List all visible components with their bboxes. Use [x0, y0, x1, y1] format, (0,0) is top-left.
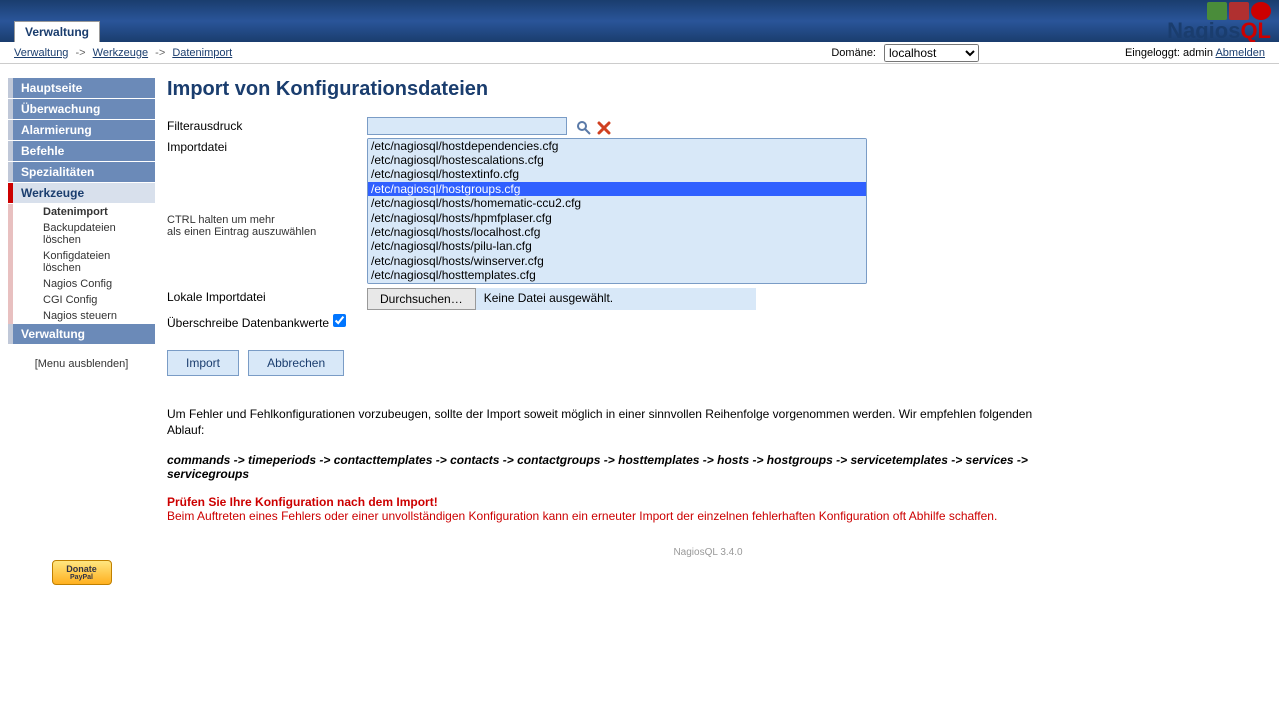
no-file-text: Keine Datei ausgewählt. — [476, 288, 756, 310]
ctrl-hint: CTRL halten um mehr als einen Eintrag au… — [167, 214, 367, 238]
sidebar-sub-konfig-loeschen[interactable]: Konfigdateien löschen — [8, 248, 155, 276]
sub-header: Verwaltung -> Werkzeuge -> Datenimport D… — [0, 42, 1279, 64]
logout-link[interactable]: Abmelden — [1215, 47, 1265, 59]
file-option[interactable]: /etc/nagiosql/servicedependencies.cfg — [368, 283, 866, 284]
sidebar-item-ueberwachung[interactable]: Überwachung — [8, 99, 155, 119]
sidebar-sub-datenimport[interactable]: Datenimport — [8, 204, 155, 220]
localfile-label: Lokale Importdatei — [167, 288, 367, 304]
sidebar-sub-backup-loeschen[interactable]: Backupdateien löschen — [8, 220, 155, 248]
overwrite-label: Überschreibe Datenbankwerte — [167, 314, 329, 330]
sidebar-sub-cgi-config[interactable]: CGI Config — [8, 292, 155, 308]
sidebar-item-werkzeuge[interactable]: Werkzeuge — [8, 183, 155, 203]
importfile-label: Importdatei — [167, 138, 367, 154]
importfile-list[interactable]: /etc/nagiosql/hostdependencies.cfg/etc/n… — [367, 138, 867, 284]
sidebar-item-alarmierung[interactable]: Alarmierung — [8, 120, 155, 140]
footer-version: NagiosQL 3.4.0 — [167, 547, 1249, 558]
overwrite-checkbox[interactable] — [333, 314, 346, 327]
content: Import von Konfigurationsdateien Filtera… — [155, 64, 1279, 585]
header-tab[interactable]: Verwaltung — [14, 21, 100, 42]
import-order-text: commands -> timeperiods -> contacttempla… — [167, 453, 1067, 481]
search-icon[interactable] — [576, 120, 592, 136]
cancel-button[interactable]: Abbrechen — [248, 350, 344, 376]
file-option[interactable]: /etc/nagiosql/hosts/homematic-ccu2.cfg — [368, 196, 866, 210]
file-option[interactable]: /etc/nagiosql/hosts/hpmfplaser.cfg — [368, 211, 866, 225]
page-title: Import von Konfigurationsdateien — [167, 78, 1249, 101]
login-status: Eingeloggt: admin Abmelden — [1125, 47, 1265, 59]
logo-text: NagiosQL — [1167, 18, 1271, 44]
warning-text: Prüfen Sie Ihre Konfiguration nach dem I… — [167, 495, 1067, 523]
info-text: Um Fehler und Fehlkonfigurationen vorzub… — [167, 406, 1067, 440]
breadcrumb-werkzeuge[interactable]: Werkzeuge — [93, 47, 148, 59]
file-option[interactable]: /etc/nagiosql/hostdependencies.cfg — [368, 139, 866, 153]
domain-select[interactable]: localhost — [884, 44, 979, 62]
sidebar-sub-nagios-steuern[interactable]: Nagios steuern — [8, 308, 155, 324]
file-option[interactable]: /etc/nagiosql/hostescalations.cfg — [368, 153, 866, 167]
file-option[interactable]: /etc/nagiosql/hostextinfo.cfg — [368, 167, 866, 181]
breadcrumb-datenimport[interactable]: Datenimport — [172, 47, 232, 59]
import-button[interactable]: Import — [167, 350, 239, 376]
file-option[interactable]: /etc/nagiosql/hosts/localhost.cfg — [368, 225, 866, 239]
sidebar-item-spezialitaeten[interactable]: Spezialitäten — [8, 162, 155, 182]
clear-icon[interactable] — [596, 120, 612, 136]
file-option[interactable]: /etc/nagiosql/hostgroups.cfg — [368, 182, 866, 196]
sidebar-item-hauptseite[interactable]: Hauptseite — [8, 78, 155, 98]
file-option[interactable]: /etc/nagiosql/hosts/winserver.cfg — [368, 254, 866, 268]
file-option[interactable]: /etc/nagiosql/hosttemplates.cfg — [368, 268, 866, 282]
filter-label: Filterausdruck — [167, 117, 367, 133]
browse-button[interactable]: Durchsuchen… — [367, 288, 476, 310]
filter-input[interactable] — [367, 117, 567, 135]
file-option[interactable]: /etc/nagiosql/hosts/pilu-lan.cfg — [368, 239, 866, 253]
sidebar-sub-nagios-config[interactable]: Nagios Config — [8, 276, 155, 292]
logo-area: NagiosQL — [1167, 2, 1271, 44]
sidebar-item-befehle[interactable]: Befehle — [8, 141, 155, 161]
sidebar: Hauptseite Überwachung Alarmierung Befeh… — [0, 64, 155, 585]
breadcrumb: Verwaltung -> Werkzeuge -> Datenimport — [14, 47, 232, 59]
top-banner: Verwaltung NagiosQL — [0, 0, 1279, 42]
sidebar-item-verwaltung[interactable]: Verwaltung — [8, 324, 155, 344]
domain-selector: Domäne: localhost — [831, 44, 979, 62]
domain-label: Domäne: — [831, 47, 876, 59]
breadcrumb-verwaltung[interactable]: Verwaltung — [14, 47, 68, 59]
menu-hide-link[interactable]: [Menu ausblenden] — [8, 358, 155, 370]
donate-button[interactable]: Donate PayPal — [52, 560, 112, 585]
